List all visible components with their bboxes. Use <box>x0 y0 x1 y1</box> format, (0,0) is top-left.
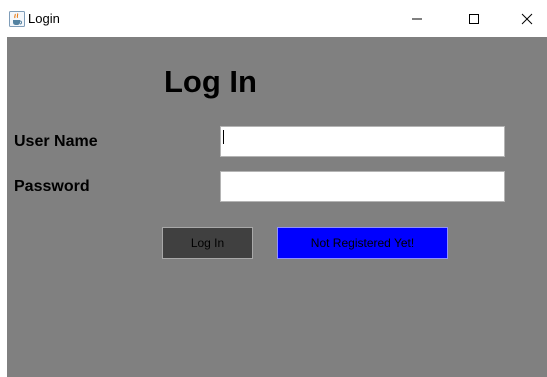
text-cursor <box>223 130 224 144</box>
minimize-button[interactable] <box>394 0 440 37</box>
username-label: User Name <box>14 133 98 150</box>
title-bar[interactable]: Login <box>0 0 547 37</box>
java-coffee-cup-icon <box>9 11 25 27</box>
close-button[interactable] <box>504 0 547 37</box>
window-title: Login <box>28 11 60 26</box>
login-window: Login Log In User Name Password Log In N… <box>0 0 547 377</box>
login-button[interactable]: Log In <box>162 227 253 259</box>
password-field[interactable] <box>220 171 505 202</box>
maximize-button[interactable] <box>451 0 497 37</box>
register-button[interactable]: Not Registered Yet! <box>277 227 448 259</box>
login-panel: Log In User Name Password Log In Not Reg… <box>7 37 547 377</box>
close-icon <box>521 13 533 24</box>
maximize-icon <box>469 13 479 24</box>
minimize-icon <box>412 18 422 19</box>
password-label: Password <box>14 178 90 195</box>
page-title: Log In <box>164 64 257 99</box>
username-field[interactable] <box>220 126 505 157</box>
